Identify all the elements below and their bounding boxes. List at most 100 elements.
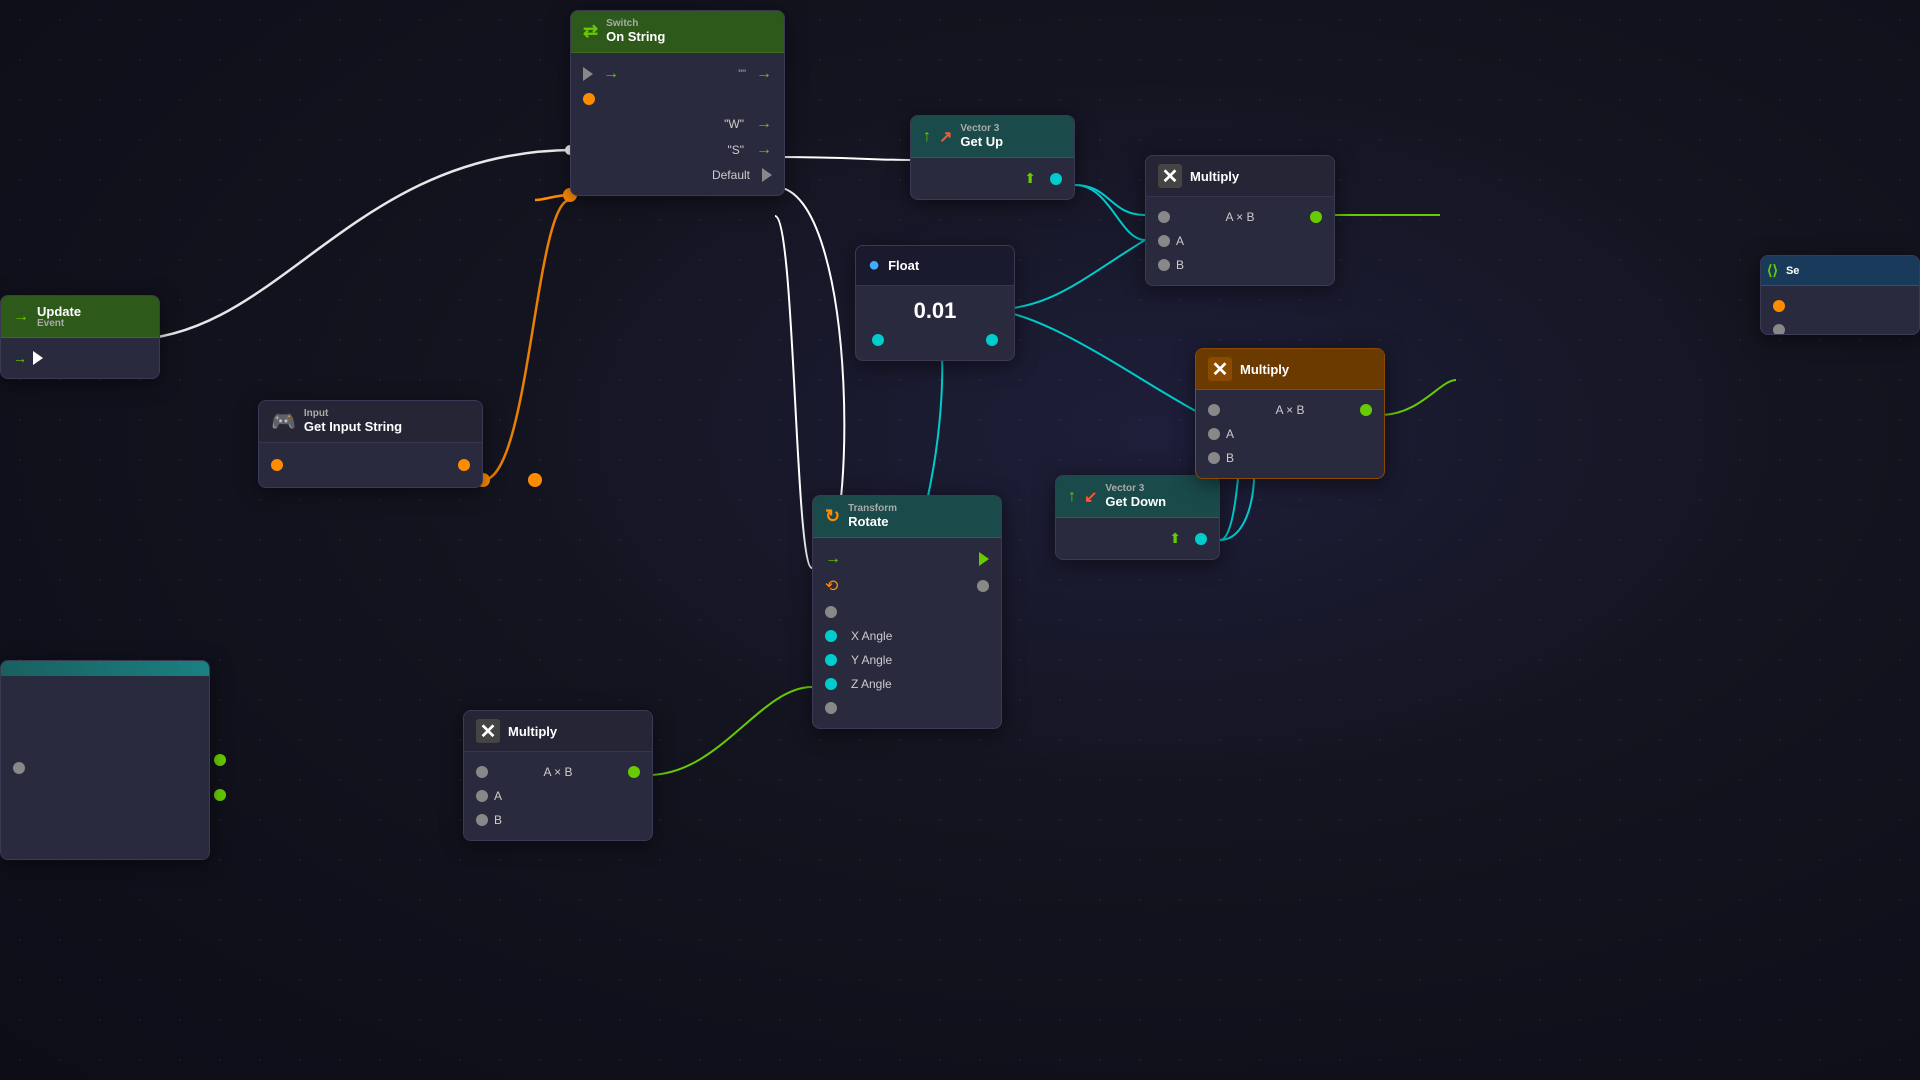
transform-exec-out	[979, 552, 989, 566]
vector3-down-out-row: ⬆	[1056, 526, 1219, 551]
float-header: ● Float	[856, 246, 1014, 286]
partial-top-right-row2	[1761, 318, 1919, 335]
transform-z-port	[825, 678, 837, 690]
multiply-mid-b-row: B	[1196, 446, 1384, 470]
multiply-mid-x-icon: ✕	[1208, 357, 1232, 381]
multiply-top-a-row: A	[1146, 229, 1334, 253]
switch-body: → "" → "W" → "S" → Default	[571, 53, 784, 195]
multiply-bot-b-port	[476, 814, 488, 826]
transform-x-port	[825, 630, 837, 642]
multiply-top-axb-row: A × B	[1146, 205, 1334, 229]
transform-extra-port-row	[813, 696, 1001, 720]
multiply-mid-title: Multiply	[1240, 362, 1289, 377]
vector3-down-icon: ↑	[1068, 488, 1076, 506]
vector3-down-header: ↑ ↙ Vector 3 Get Down	[1056, 476, 1219, 518]
partial-node-body	[1, 756, 209, 860]
multiply-top-b-row: B	[1146, 253, 1334, 277]
input-get-string-node: 🎮 Input Get Input String	[258, 400, 483, 488]
vector3-down-arrows: ⬆	[1169, 530, 1181, 547]
multiply-mid-axb-row: A × B	[1196, 398, 1384, 422]
partial-port-row	[1, 756, 209, 780]
transform-y-row: Y Angle	[813, 648, 1001, 672]
switch-on-string-node: ⇄ Switch On String → "" → "W" → "S" → De…	[570, 10, 785, 196]
switch-default-port	[762, 168, 772, 182]
switch-header: ⇄ Switch On String	[571, 11, 784, 53]
transform-obj-port	[977, 580, 989, 592]
vector3-down-small: Vector 3	[1105, 484, 1166, 494]
transform-exec-row: →	[813, 546, 1001, 572]
switch-w-arrow: →	[756, 115, 772, 133]
update-event-header: → Update Event	[1, 296, 159, 338]
transform-x-row: X Angle	[813, 624, 1001, 648]
vector3-down-out-port	[1195, 533, 1207, 545]
vector3-get-up-node: ↑ ↗ Vector 3 Get Up ⬆	[910, 115, 1075, 200]
input-port-row	[259, 451, 482, 479]
switch-string-in-port	[583, 93, 595, 105]
multiply-bot-b-row: B	[464, 808, 652, 832]
transform-arrows-icon: ⟲	[825, 576, 838, 596]
switch-w-label: "W"	[724, 117, 744, 131]
transform-exec-in: →	[825, 550, 841, 568]
multiply-mid-header: ✕ Multiply	[1196, 349, 1384, 390]
vector3-down-arrow-icon: ↙	[1084, 487, 1097, 507]
update-event-body: →	[1, 338, 159, 378]
multiply-top-a-label: A	[1176, 234, 1184, 248]
multiply-bot-a-row: A	[464, 784, 652, 808]
multiply-bot-out-port	[628, 766, 640, 778]
vector3-up-arrow-icon: ↗	[939, 127, 952, 147]
input-header: 🎮 Input Get Input String	[259, 401, 482, 443]
float-out-port	[986, 334, 998, 346]
multiply-bot-node: ✕ Multiply A × B A B	[463, 710, 653, 841]
switch-icon: ⇄	[583, 21, 598, 42]
multiply-mid-a-label: A	[1226, 427, 1234, 441]
transform-y-port	[825, 654, 837, 666]
multiply-top-b-port	[1158, 259, 1170, 271]
partial-top-right-body	[1761, 286, 1919, 335]
multiply-bot-b-label: B	[494, 813, 502, 827]
transform-obj-in-port	[825, 606, 837, 618]
partial-right-port2	[1773, 324, 1785, 335]
transform-x-label: X Angle	[851, 629, 892, 643]
transform-extra-port	[825, 702, 837, 714]
vector3-up-out-row: ⬆	[911, 166, 1074, 191]
multiply-bot-a-in-port	[476, 790, 488, 802]
float-in-port	[872, 334, 884, 346]
multiply-mid-b-port	[1208, 452, 1220, 464]
switch-s-arrow: →	[756, 141, 772, 159]
update-event-title: Update	[37, 304, 81, 319]
switch-empty-label: ""	[738, 68, 746, 80]
multiply-mid-a-row: A	[1196, 422, 1384, 446]
vector3-up-body: ⬆	[911, 158, 1074, 199]
multiply-bot-x-icon: ✕	[476, 719, 500, 743]
multiply-top-x-icon: ✕	[1158, 164, 1182, 188]
switch-empty-arrow: →	[756, 65, 772, 83]
partial-top-right-header: ⟨⟩ Se	[1761, 256, 1919, 286]
vector3-up-main: Get Up	[960, 134, 1003, 149]
multiply-mid-a-in-port	[1208, 428, 1220, 440]
partial-node-top-right: ⟨⟩ Se	[1760, 255, 1920, 335]
input-body	[259, 443, 482, 487]
multiply-top-body: A × B A B	[1146, 197, 1334, 285]
float-circle-icon: ●	[868, 254, 880, 277]
partial-node-bottom-left	[0, 660, 210, 860]
vector3-up-header: ↑ ↗ Vector 3 Get Up	[911, 116, 1074, 158]
switch-exec-in: → "" →	[571, 61, 784, 87]
transform-title-small: Transform	[848, 504, 897, 514]
multiply-bot-a-label: A	[494, 789, 502, 803]
vector3-down-body: ⬆	[1056, 518, 1219, 559]
vector3-down-main: Get Down	[1105, 494, 1166, 509]
input-title-small: Input	[304, 409, 402, 419]
input-out-port-left	[271, 459, 283, 471]
exec-arrow: →	[13, 350, 27, 366]
transform-y-label: Y Angle	[851, 653, 892, 667]
vector3-get-down-node: ↑ ↙ Vector 3 Get Down ⬆	[1055, 475, 1220, 560]
transform-body: → ⟲ X Angle Y Angle Z Angle	[813, 538, 1001, 728]
partial-out-port	[13, 762, 25, 774]
partial-node-header-strip	[1, 661, 209, 676]
input-title-main: Get Input String	[304, 419, 402, 434]
exec-out-port	[33, 351, 43, 365]
multiply-mid-b-label: B	[1226, 451, 1234, 465]
multiply-mid-out-port	[1360, 404, 1372, 416]
transform-header: ↻ Transform Rotate	[813, 496, 1001, 538]
update-event-icon: →	[13, 308, 29, 326]
